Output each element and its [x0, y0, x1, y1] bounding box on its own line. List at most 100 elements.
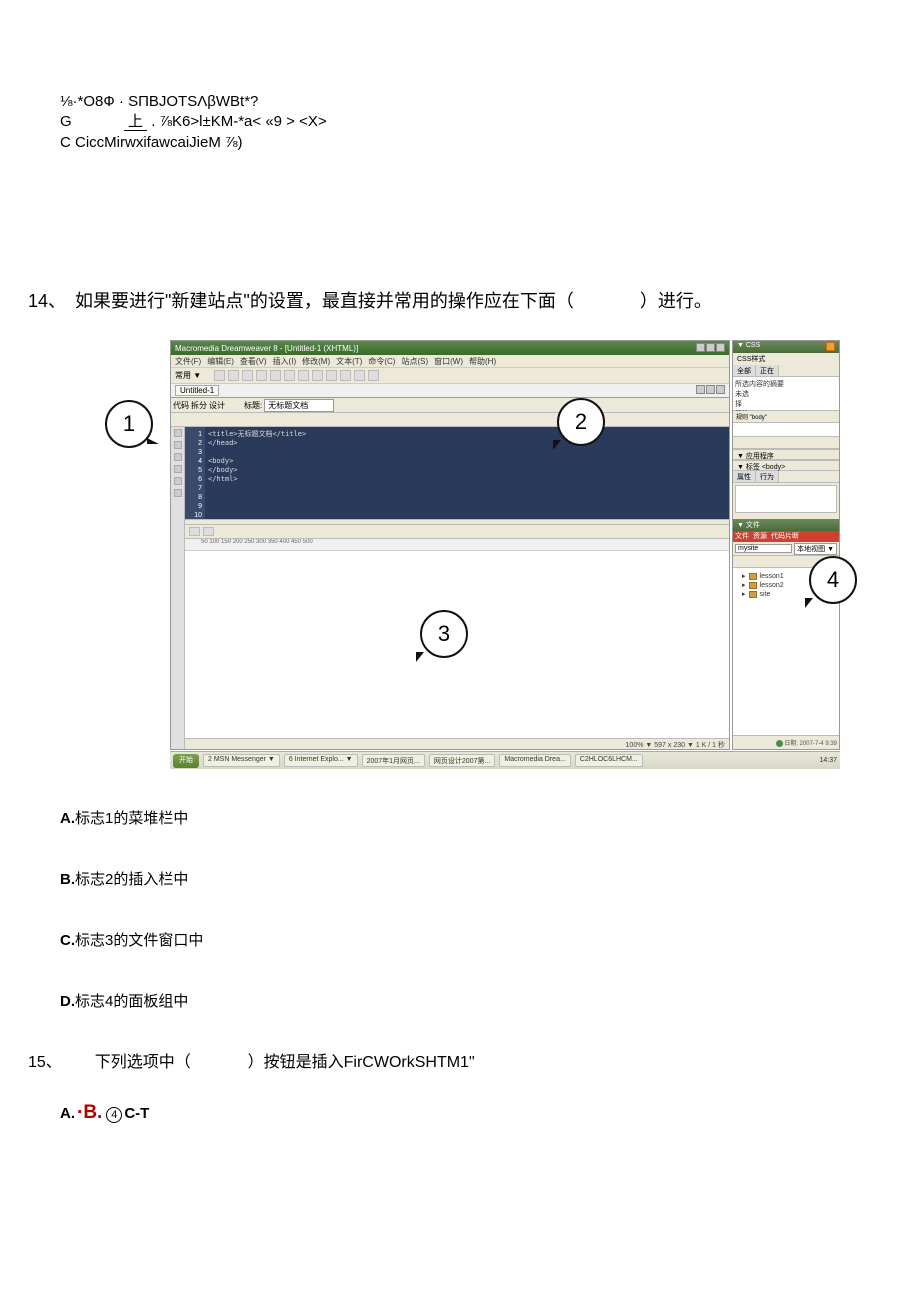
q14-option-d: D.标志4的面板组中	[60, 991, 203, 1012]
code-view[interactable]: 1 2 3 4 5 6 7 8 9 10 11 <title>无标题文档</ti…	[185, 427, 729, 519]
insert-icon[interactable]	[298, 370, 309, 381]
insert-icon[interactable]	[270, 370, 281, 381]
title-input[interactable]: 无标题文档	[264, 399, 334, 412]
windows-taskbar[interactable]: 开始 2 MSN Messenger ▼ 6 Internet Explo...…	[170, 751, 840, 769]
css-tab-current[interactable]: 正在	[756, 365, 779, 376]
taskbar-item[interactable]: 6 Internet Explo... ▼	[284, 754, 358, 767]
files-tab-snippets[interactable]: 代码片断	[771, 531, 799, 542]
gutter-icon[interactable]	[174, 477, 182, 485]
design-toolbar[interactable]	[185, 525, 729, 539]
files-tabs[interactable]: 文件 资源 代码片断	[733, 531, 839, 542]
menu-help[interactable]: 帮助(H)	[469, 356, 496, 366]
menu-commands[interactable]: 命令(C)	[368, 356, 395, 366]
menu-edit[interactable]: 编辑(E)	[207, 356, 234, 366]
question-14: 14、 如果要进行"新建站点"的设置，最直接并常用的操作应在下面（ ）进行。	[28, 288, 712, 315]
q15-text-before: 下列选项中（	[95, 1054, 191, 1071]
view-split-button[interactable]: 拆分	[191, 400, 207, 411]
folder-icon	[749, 573, 757, 580]
gutter-icon[interactable]	[174, 465, 182, 473]
css-panel-header[interactable]: ▼ CSS	[733, 341, 839, 353]
insert-icon[interactable]	[326, 370, 337, 381]
menu-view[interactable]: 查看(V)	[240, 356, 267, 366]
document-toolbar[interactable]: 代码 拆分 设计 标题: 无标题文档	[171, 398, 729, 413]
tag-panel-header[interactable]: ▼ 标签 <body>	[733, 460, 839, 471]
taskbar-item[interactable]: Macromedia Drea...	[499, 754, 570, 767]
insertbar-category[interactable]: 常用 ▼	[175, 370, 201, 381]
menu-modify[interactable]: 修改(M)	[302, 356, 330, 366]
files-toolbar[interactable]: mysite 本地视图 ▼	[733, 542, 839, 556]
insert-icon[interactable]	[242, 370, 253, 381]
taskbar-item[interactable]: C2HLOC6LHCM...	[575, 754, 643, 767]
files-toolbar-icon[interactable]	[743, 557, 751, 565]
q15-number: 15、	[28, 1054, 62, 1071]
code-gutter	[171, 427, 185, 750]
css-action-icon[interactable]	[829, 438, 837, 446]
files-toolbar-icon[interactable]	[770, 557, 778, 565]
css-action-icon[interactable]	[819, 438, 827, 446]
taskbar-item[interactable]: 2 MSN Messenger ▼	[203, 754, 280, 767]
tag-tab-attr[interactable]: 属性	[733, 471, 756, 482]
circled-number-icon: 4	[106, 1107, 122, 1123]
q14-text-before: 如果要进行"新建站点"的设置，最直接并常用的操作应在下面（	[75, 291, 574, 311]
folder-icon	[749, 591, 757, 598]
css-tab-all[interactable]: 全部	[733, 365, 756, 376]
site-dropdown[interactable]: mysite	[735, 544, 792, 553]
menu-text[interactable]: 文本(T)	[336, 356, 362, 366]
files-panel-header[interactable]: ▼ 文件	[733, 519, 839, 531]
code-text[interactable]: <title>无标题文档</title> </head> <body> </bo…	[205, 427, 729, 519]
option-text: 标志3的文件窗口中	[75, 932, 203, 949]
tag-tabs[interactable]: 属性 行为	[733, 471, 839, 483]
insert-icon[interactable]	[284, 370, 295, 381]
start-button[interactable]: 开始	[173, 754, 199, 768]
callout-2: 2	[557, 398, 605, 446]
insert-icon[interactable]	[214, 370, 225, 381]
design-tool-icon[interactable]	[189, 527, 200, 536]
panel-icon[interactable]	[826, 342, 835, 351]
insert-icon[interactable]	[354, 370, 365, 381]
css-tabs[interactable]: 全部 正在	[733, 365, 839, 377]
files-tab-assets[interactable]: 资源	[753, 531, 767, 542]
menu-file[interactable]: 文件(F)	[175, 356, 201, 366]
document-toolbar-2[interactable]	[171, 413, 729, 427]
callout-1-label: 1	[123, 411, 135, 437]
app-panel-header[interactable]: ▼ 应用程序	[733, 449, 839, 460]
menu-window[interactable]: 窗口(W)	[434, 356, 463, 366]
css-action-icon[interactable]	[809, 438, 817, 446]
gutter-icon[interactable]	[174, 489, 182, 497]
files-toolbar-icon[interactable]	[752, 557, 760, 565]
doc-window-controls[interactable]	[695, 385, 725, 396]
view-code-button[interactable]: 代码	[173, 400, 189, 411]
garbled-underline: 上	[124, 113, 147, 131]
menu-site[interactable]: 站点(S)	[401, 356, 428, 366]
main-area: 1 2 3 4 5 6 7 8 9 10 11 <title>无标题文档</ti…	[171, 427, 729, 750]
design-tool-icon[interactable]	[203, 527, 214, 536]
files-toolbar-icon[interactable]	[779, 557, 787, 565]
tag-tab-behavior[interactable]: 行为	[756, 471, 779, 482]
gutter-icon[interactable]	[174, 453, 182, 461]
menubar[interactable]: 文件(F) 编辑(E) 查看(V) 插入(I) 修改(M) 文本(T) 命令(C…	[171, 355, 729, 368]
q14-option-a: A.标志1的菜堆栏中	[60, 808, 203, 829]
insert-icon[interactable]	[228, 370, 239, 381]
files-tab-files[interactable]: 文件	[735, 531, 749, 542]
taskbar-item[interactable]: 网页设计2007第...	[429, 754, 495, 767]
menu-insert[interactable]: 插入(I)	[273, 356, 297, 366]
document-tab-bar: Untitled-1	[171, 384, 729, 398]
insert-icon[interactable]	[368, 370, 379, 381]
window-controls[interactable]	[695, 343, 725, 354]
insert-icon[interactable]	[340, 370, 351, 381]
view-design-button[interactable]: 设计	[209, 400, 225, 411]
view-dropdown[interactable]: 本地视图 ▼	[794, 543, 837, 555]
files-status: 日期: 2007-7-4 9:39	[733, 735, 839, 749]
q14-option-c: C.标志3的文件窗口中	[60, 930, 203, 951]
insert-icon[interactable]	[256, 370, 267, 381]
callout-2-label: 2	[575, 409, 587, 435]
tag-panel-body	[733, 483, 839, 519]
taskbar-item[interactable]: 2007年1月网页...	[362, 754, 425, 767]
files-toolbar-icon[interactable]	[761, 557, 769, 565]
insert-bar[interactable]: 常用 ▼	[171, 368, 729, 384]
gutter-icon[interactable]	[174, 429, 182, 437]
insert-icon[interactable]	[312, 370, 323, 381]
files-toolbar-icon[interactable]	[734, 557, 742, 565]
document-tab[interactable]: Untitled-1	[175, 385, 219, 396]
gutter-icon[interactable]	[174, 441, 182, 449]
